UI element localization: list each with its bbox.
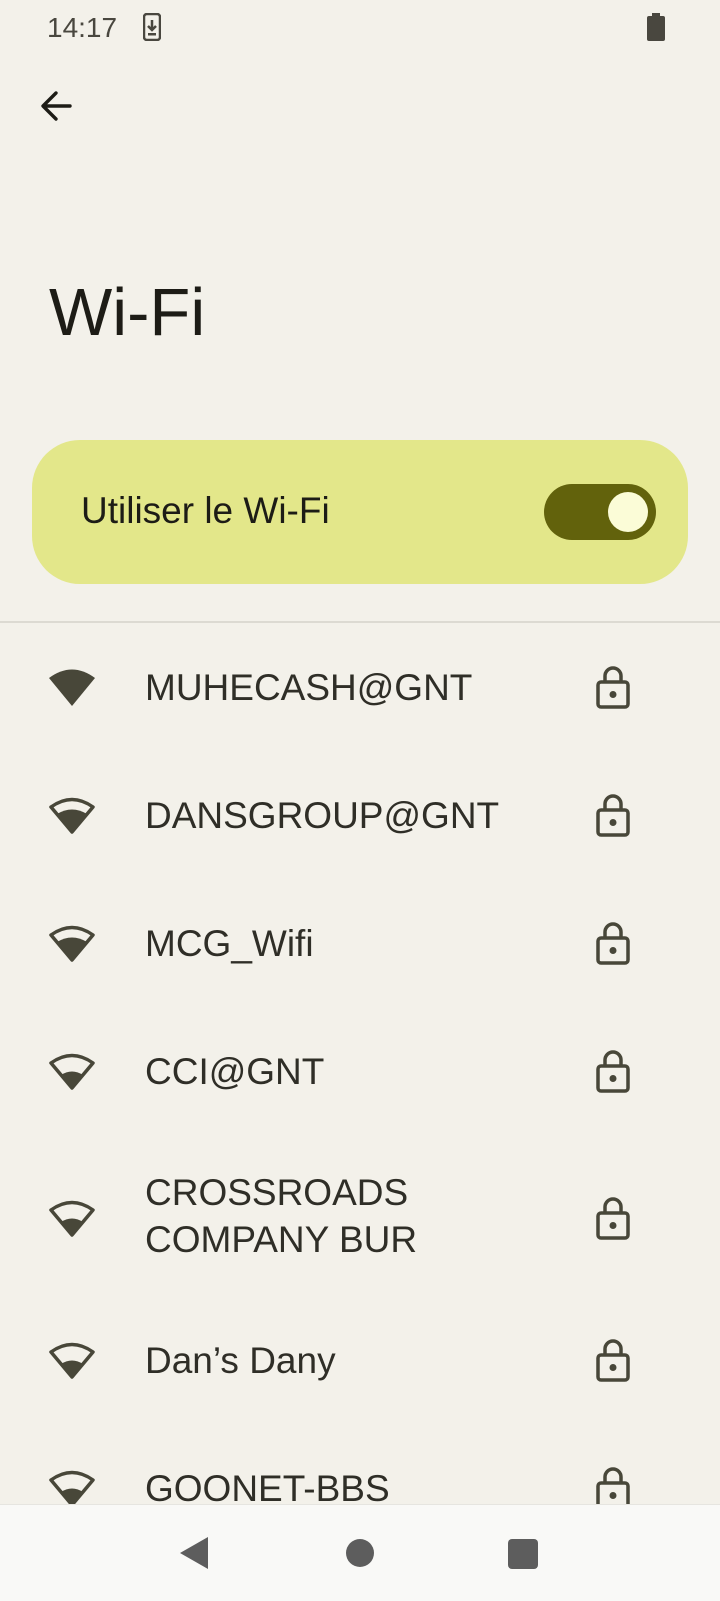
nav-home-button[interactable] [346, 1539, 374, 1567]
download-notification-icon [142, 12, 162, 46]
network-name: MCG_Wifi [145, 923, 314, 964]
network-name: CROSSROADS COMPANY BUR [145, 1172, 418, 1260]
lock-icon [596, 1049, 630, 1093]
wifi-signal-medium-icon [48, 795, 96, 835]
network-name: DANSGROUP@GNT [145, 795, 500, 836]
triangle-back-icon [180, 1537, 208, 1569]
page-title: Wi-Fi [49, 275, 206, 350]
lock-icon [596, 1338, 630, 1382]
network-row[interactable]: DANSGROUP@GNT [0, 751, 720, 879]
network-row[interactable]: MCG_Wifi [0, 879, 720, 1007]
lock-icon [596, 921, 630, 965]
network-row[interactable]: MUHECASH@GNT [0, 623, 720, 751]
nav-recents-button[interactable] [508, 1539, 538, 1569]
wifi-toggle-card[interactable]: Utiliser le Wi-Fi [32, 440, 688, 584]
wifi-toggle-label: Utiliser le Wi-Fi [81, 490, 330, 531]
network-row[interactable]: CCI@GNT [0, 1007, 720, 1135]
navigation-bar [0, 1504, 720, 1601]
network-name: MUHECASH@GNT [145, 667, 473, 708]
lock-icon [596, 1196, 630, 1240]
wifi-signal-low-icon [48, 1198, 96, 1238]
wifi-signal-full-icon [48, 667, 96, 707]
network-name: Dan’s Dany [145, 1340, 336, 1381]
wifi-switch[interactable] [544, 484, 656, 540]
wifi-signal-low-icon [48, 1468, 96, 1508]
battery-icon [646, 13, 666, 46]
back-button[interactable] [26, 76, 86, 136]
wifi-signal-medium-icon [48, 923, 96, 963]
lock-icon [596, 793, 630, 837]
network-row[interactable]: Dan’s Dany [0, 1297, 720, 1425]
switch-thumb [608, 492, 648, 532]
status-time: 14:17 [47, 12, 118, 43]
network-row[interactable]: CROSSROADS COMPANY BUR [0, 1135, 720, 1297]
wifi-signal-low-icon [48, 1051, 96, 1091]
nav-back-button[interactable] [178, 1535, 210, 1576]
arrow-back-icon [41, 91, 72, 121]
lock-icon [596, 665, 630, 709]
status-bar: 14:17 [0, 0, 720, 56]
network-name: CCI@GNT [145, 1051, 325, 1092]
wifi-signal-low-icon [48, 1340, 96, 1380]
